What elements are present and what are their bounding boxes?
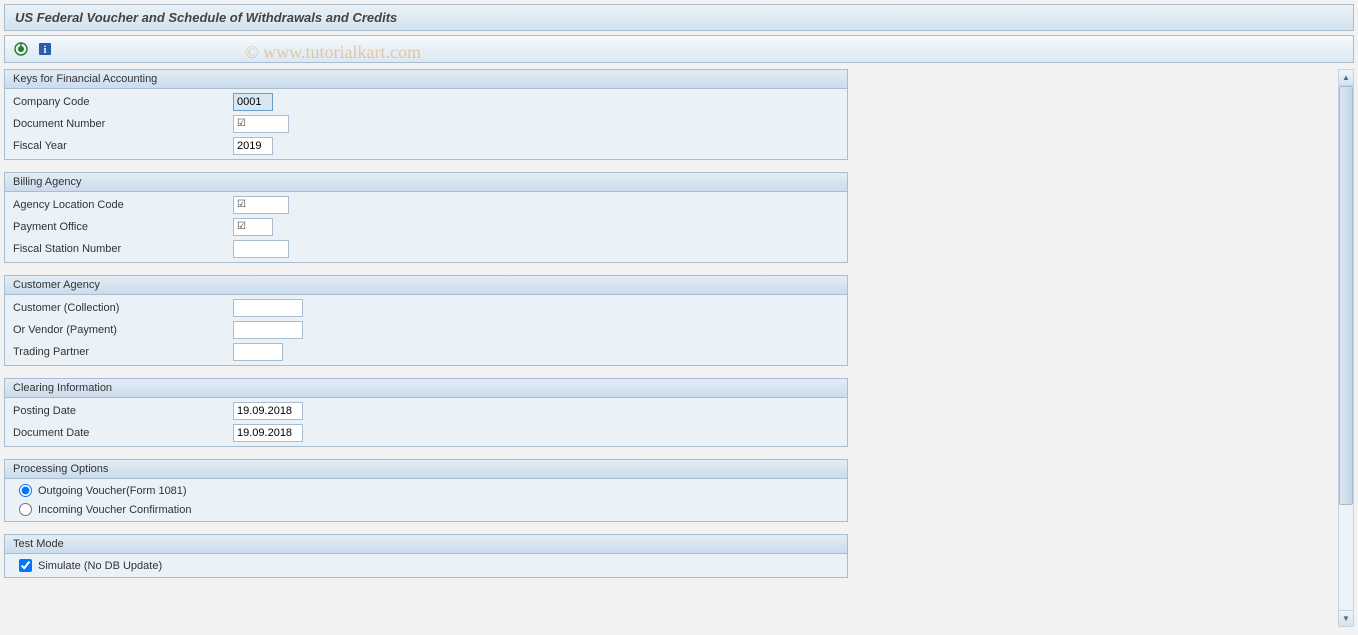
vertical-scrollbar[interactable]: ▲ ▼	[1338, 69, 1354, 627]
simulate-checkbox-row[interactable]: Simulate (No DB Update)	[5, 556, 847, 575]
simulate-checkbox[interactable]	[19, 559, 32, 572]
scroll-thumb[interactable]	[1339, 86, 1353, 505]
document-date-label: Document Date	[13, 427, 233, 439]
panel-customer: Customer Agency Customer (Collection) Or…	[4, 275, 848, 366]
payment-office-label: Payment Office	[13, 221, 233, 233]
vendor-payment-input[interactable]	[233, 321, 303, 339]
content-area: Keys for Financial Accounting Company Co…	[4, 69, 1354, 629]
scroll-up-arrow-icon[interactable]: ▲	[1339, 70, 1353, 86]
panel-keys-header: Keys for Financial Accounting	[5, 70, 847, 89]
panel-customer-header: Customer Agency	[5, 276, 847, 295]
company-code-input[interactable]	[233, 93, 273, 111]
svg-text:i: i	[44, 45, 47, 56]
toolbar: i	[4, 35, 1354, 63]
scroll-track[interactable]	[1339, 86, 1353, 610]
panel-billing-header: Billing Agency	[5, 173, 847, 192]
fiscal-station-label: Fiscal Station Number	[13, 243, 233, 255]
panel-processing-header: Processing Options	[5, 460, 847, 479]
panel-clearing-header: Clearing Information	[5, 379, 847, 398]
spacer	[848, 69, 1338, 629]
incoming-voucher-label: Incoming Voucher Confirmation	[38, 504, 191, 516]
panel-testmode: Test Mode Simulate (No DB Update)	[4, 534, 848, 578]
page-title: US Federal Voucher and Schedule of Withd…	[4, 4, 1354, 31]
incoming-voucher-radio[interactable]	[19, 503, 32, 516]
incoming-voucher-radio-row[interactable]: Incoming Voucher Confirmation	[5, 500, 847, 519]
panel-keys: Keys for Financial Accounting Company Co…	[4, 69, 848, 160]
payment-office-input[interactable]: ☑	[233, 218, 273, 236]
outgoing-voucher-radio-row[interactable]: Outgoing Voucher(Form 1081)	[5, 481, 847, 500]
document-number-label: Document Number	[13, 118, 233, 130]
customer-collection-label: Customer (Collection)	[13, 302, 233, 314]
fiscal-station-input[interactable]	[233, 240, 289, 258]
document-date-input[interactable]	[233, 424, 303, 442]
outgoing-voucher-radio[interactable]	[19, 484, 32, 497]
posting-date-label: Posting Date	[13, 405, 233, 417]
simulate-label: Simulate (No DB Update)	[38, 560, 162, 572]
document-number-input[interactable]: ☑	[233, 115, 289, 133]
execute-icon[interactable]	[13, 41, 29, 57]
scroll-down-arrow-icon[interactable]: ▼	[1339, 610, 1353, 626]
fiscal-year-label: Fiscal Year	[13, 140, 233, 152]
vendor-payment-label: Or Vendor (Payment)	[13, 324, 233, 336]
fiscal-year-input[interactable]	[233, 137, 273, 155]
outgoing-voucher-label: Outgoing Voucher(Form 1081)	[38, 485, 187, 497]
trading-partner-label: Trading Partner	[13, 346, 233, 358]
info-icon[interactable]: i	[37, 41, 53, 57]
company-code-label: Company Code	[13, 96, 233, 108]
panel-billing: Billing Agency Agency Location Code ☑ Pa…	[4, 172, 848, 263]
posting-date-input[interactable]	[233, 402, 303, 420]
panel-clearing: Clearing Information Posting Date Docume…	[4, 378, 848, 447]
agency-location-input[interactable]: ☑	[233, 196, 289, 214]
trading-partner-input[interactable]	[233, 343, 283, 361]
customer-collection-input[interactable]	[233, 299, 303, 317]
panel-processing: Processing Options Outgoing Voucher(Form…	[4, 459, 848, 522]
panel-testmode-header: Test Mode	[5, 535, 847, 554]
main-column: Keys for Financial Accounting Company Co…	[4, 69, 848, 629]
agency-location-label: Agency Location Code	[13, 199, 233, 211]
